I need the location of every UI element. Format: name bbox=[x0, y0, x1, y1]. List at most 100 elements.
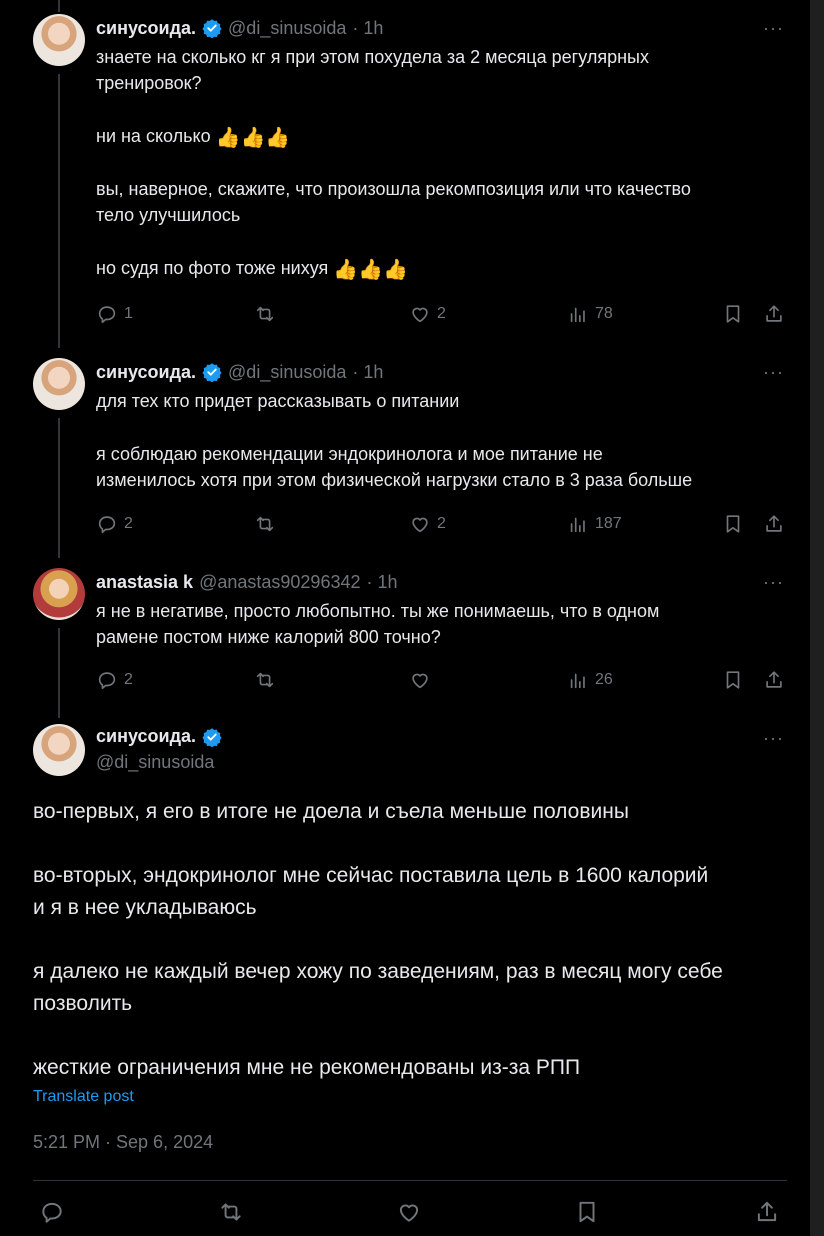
tweet-text: рамене постом ниже калорий 800 точно? bbox=[96, 627, 441, 647]
tweet-text: я не в негативе, просто любопытно. ты же… bbox=[96, 601, 660, 621]
post-time[interactable]: · 1h bbox=[352, 362, 383, 383]
views-button[interactable]: 78 bbox=[567, 302, 613, 326]
reply-button[interactable] bbox=[39, 1200, 65, 1224]
divider bbox=[33, 1180, 787, 1181]
reply-icon bbox=[98, 516, 116, 534]
avatar[interactable] bbox=[33, 14, 85, 66]
like-button[interactable]: 2 bbox=[409, 302, 446, 326]
post-time[interactable]: · 1h bbox=[366, 572, 397, 593]
thumbs-up-emoji: 👍👍👍 bbox=[333, 259, 409, 281]
tweet-actions: 1 2 78 bbox=[96, 302, 786, 326]
reply-icon bbox=[98, 306, 116, 324]
verified-badge-icon bbox=[202, 19, 222, 38]
share-icon bbox=[766, 671, 782, 688]
like-button[interactable] bbox=[396, 1200, 422, 1224]
author-handle[interactable]: @di_sinusoida bbox=[228, 18, 346, 39]
verified-badge-icon bbox=[202, 727, 222, 747]
views-button[interactable]: 187 bbox=[567, 512, 622, 536]
share-button[interactable] bbox=[763, 302, 785, 326]
retweet-icon bbox=[221, 1203, 241, 1221]
tweet-actions bbox=[33, 1200, 787, 1226]
avatar[interactable] bbox=[33, 358, 85, 410]
more-icon[interactable]: ··· bbox=[763, 18, 784, 39]
tweet-text: я соблюдаю рекомендации эндокринолога и … bbox=[96, 444, 603, 464]
bookmark-button[interactable] bbox=[722, 512, 744, 536]
bookmark-button[interactable] bbox=[722, 668, 744, 692]
avatar[interactable] bbox=[33, 724, 85, 776]
retweet-icon bbox=[256, 672, 274, 688]
author-name[interactable]: anastasia k bbox=[96, 572, 193, 593]
tweet-text: и я в нее укладываюсь bbox=[33, 896, 257, 919]
like-icon bbox=[412, 517, 428, 533]
translate-post-link[interactable]: Translate post bbox=[33, 1088, 134, 1106]
like-button[interactable]: 2 bbox=[409, 512, 446, 536]
retweet-icon bbox=[256, 516, 274, 532]
views-button[interactable]: 26 bbox=[567, 668, 613, 692]
tweet-text: тренировок? bbox=[96, 73, 202, 93]
tweet-actions: 2 2 187 bbox=[96, 512, 786, 536]
bookmark-icon bbox=[726, 305, 740, 323]
retweet-button[interactable] bbox=[254, 512, 282, 536]
tweet-text: позволить bbox=[33, 992, 133, 1015]
window-edge bbox=[810, 0, 824, 1236]
tweet[interactable]: anastasia k @anastas90296342 · 1h ··· я … bbox=[0, 568, 810, 698]
author-name[interactable]: синусоида. bbox=[96, 726, 196, 747]
retweet-button[interactable] bbox=[254, 302, 282, 326]
retweet-icon bbox=[256, 306, 274, 322]
reply-button[interactable]: 2 bbox=[96, 668, 133, 692]
reply-button[interactable]: 1 bbox=[96, 302, 133, 326]
share-button[interactable] bbox=[763, 668, 785, 692]
tweet-text: знаете на сколько кг я при этом похудела… bbox=[96, 47, 649, 67]
tweet-text: ни на сколько bbox=[96, 126, 211, 146]
tweet-text: но судя по фото тоже нихуя bbox=[96, 258, 329, 278]
bookmark-button[interactable] bbox=[574, 1200, 600, 1224]
share-icon bbox=[766, 515, 782, 532]
tweet-text: вы, наверное, скажите, что произошла рек… bbox=[96, 179, 691, 199]
tweet-text: жесткие ограничения мне не рекомендованы… bbox=[33, 1056, 581, 1079]
author-name[interactable]: синусоида. bbox=[96, 362, 196, 383]
verified-badge-icon bbox=[202, 363, 222, 382]
tweet-text: во-вторых, эндокринолог мне сейчас поста… bbox=[33, 864, 709, 887]
tweet[interactable]: синусоида. @di_sinusoida · 1h ··· знаете… bbox=[0, 14, 810, 334]
author-handle[interactable]: @di_sinusoida bbox=[96, 752, 214, 773]
views-icon bbox=[570, 307, 585, 323]
bookmark-icon bbox=[726, 515, 740, 533]
tweet[interactable]: синусоида. @di_sinusoida · 1h ··· для те… bbox=[0, 358, 810, 548]
thumbs-up-emoji: 👍👍👍 bbox=[215, 127, 291, 149]
focused-tweet: синусоида. @di_sinusoida ··· во-первых, … bbox=[0, 724, 810, 1236]
bookmark-icon bbox=[579, 1201, 595, 1223]
share-button[interactable] bbox=[754, 1200, 780, 1224]
tweet-text: тело улучшилось bbox=[96, 205, 241, 225]
share-icon bbox=[757, 1201, 777, 1222]
bookmark-button[interactable] bbox=[722, 302, 744, 326]
tweet-text: я далеко не каждый вечер хожу по заведен… bbox=[33, 960, 723, 983]
more-icon[interactable]: ··· bbox=[763, 572, 784, 593]
author-handle[interactable]: @di_sinusoida bbox=[228, 362, 346, 383]
more-icon[interactable]: ··· bbox=[763, 362, 784, 383]
reply-button[interactable]: 2 bbox=[96, 512, 133, 536]
retweet-button[interactable] bbox=[254, 668, 282, 692]
share-button[interactable] bbox=[763, 512, 785, 536]
retweet-button[interactable] bbox=[218, 1200, 244, 1224]
post-timestamp[interactable]: 5:21 PM · Sep 6, 2024 bbox=[33, 1132, 213, 1153]
views-icon bbox=[570, 517, 585, 533]
views-icon bbox=[570, 673, 585, 689]
tweet-text: изменилось хотя при этом физической нагр… bbox=[96, 470, 693, 490]
tweet-text: для тех кто придет рассказывать о питани… bbox=[96, 391, 460, 411]
post-time[interactable]: · 1h bbox=[352, 18, 383, 39]
author-handle[interactable]: @anastas90296342 bbox=[199, 572, 360, 593]
reply-icon bbox=[42, 1202, 62, 1223]
reply-icon bbox=[98, 672, 116, 690]
like-icon bbox=[412, 673, 428, 689]
like-button[interactable] bbox=[409, 668, 437, 692]
avatar[interactable] bbox=[33, 568, 85, 620]
bookmark-icon bbox=[726, 671, 740, 689]
more-icon[interactable]: ··· bbox=[763, 728, 784, 749]
like-icon bbox=[412, 307, 428, 323]
like-icon bbox=[399, 1204, 419, 1222]
share-icon bbox=[766, 305, 782, 322]
author-name[interactable]: синусоида. bbox=[96, 18, 196, 39]
tweet-text: во-первых, я его в итоге не доела и съел… bbox=[33, 800, 629, 823]
thread-line bbox=[58, 0, 60, 12]
tweet-actions: 2 26 bbox=[96, 668, 786, 692]
